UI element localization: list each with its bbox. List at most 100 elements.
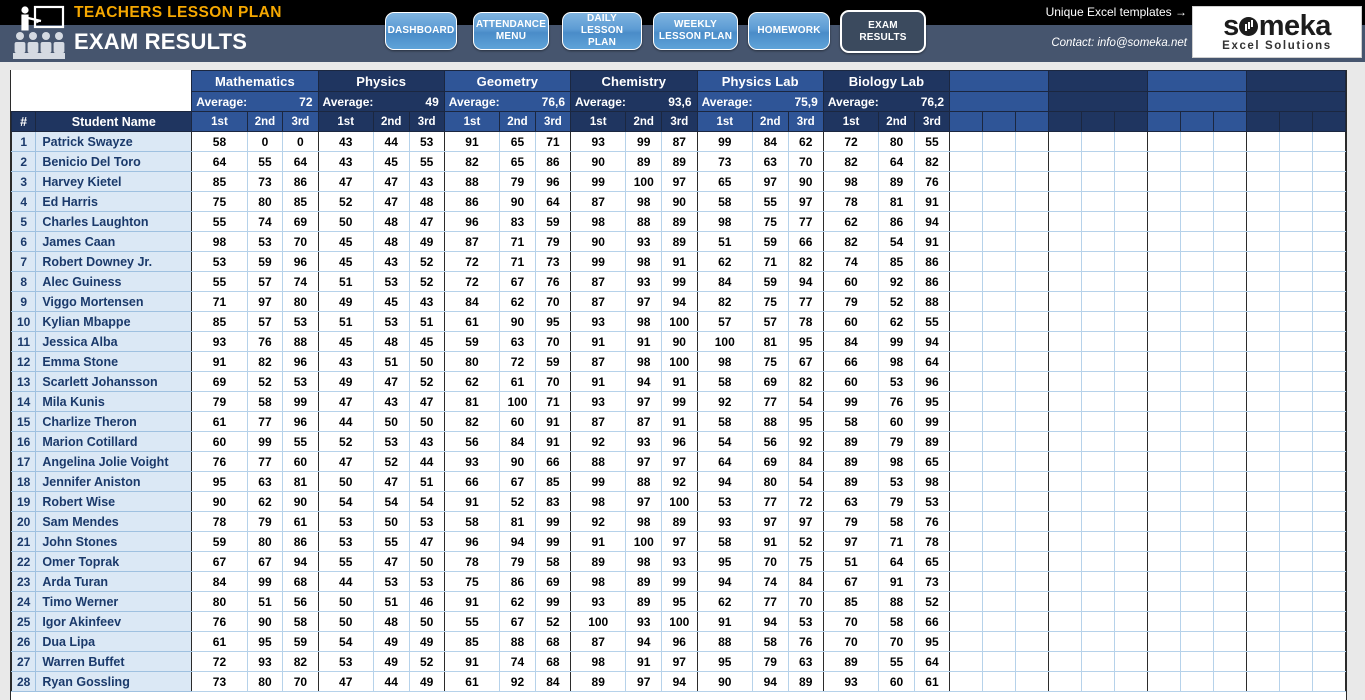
score-cell[interactable]: 48 — [409, 191, 445, 212]
score-cell[interactable] — [1114, 311, 1148, 332]
score-cell[interactable] — [1114, 391, 1148, 412]
score-cell[interactable]: 97 — [625, 291, 663, 312]
score-cell[interactable]: 98 — [625, 351, 663, 372]
score-cell[interactable] — [1047, 351, 1083, 372]
score-cell[interactable]: 47 — [373, 471, 410, 492]
score-cell[interactable]: 43 — [409, 431, 445, 452]
score-cell[interactable] — [949, 471, 984, 492]
score-cell[interactable] — [982, 131, 1017, 152]
score-cell[interactable] — [1015, 151, 1049, 172]
score-cell[interactable]: 98 — [625, 191, 663, 212]
score-cell[interactable]: 91 — [625, 651, 663, 672]
score-cell[interactable] — [1015, 411, 1049, 432]
score-cell[interactable] — [949, 271, 984, 292]
score-cell[interactable]: 87 — [570, 411, 627, 432]
score-cell[interactable]: 91 — [535, 411, 572, 432]
column-header-5-3[interactable]: 3rd — [787, 111, 824, 132]
score-cell[interactable] — [1047, 231, 1083, 252]
score-cell[interactable] — [1047, 471, 1083, 492]
score-cell[interactable]: 75 — [191, 191, 248, 212]
score-cell[interactable] — [1146, 531, 1182, 552]
score-cell[interactable] — [1015, 511, 1049, 532]
score-cell[interactable]: 95 — [788, 331, 824, 352]
score-cell[interactable]: 89 — [661, 231, 698, 252]
score-cell[interactable]: 70 — [752, 551, 789, 572]
score-cell[interactable]: 85 — [282, 191, 319, 212]
score-cell[interactable]: 82 — [788, 251, 824, 272]
score-cell[interactable]: 49 — [409, 231, 445, 252]
score-cell[interactable] — [1015, 491, 1049, 512]
nav-button-attendance[interactable]: ATTENDANCE MENU — [473, 12, 549, 50]
score-cell[interactable] — [1213, 551, 1247, 572]
score-cell[interactable]: 53 — [317, 511, 374, 532]
score-cell[interactable] — [1245, 211, 1280, 232]
score-cell[interactable]: 77 — [247, 451, 284, 472]
score-cell[interactable] — [1312, 571, 1346, 592]
score-cell[interactable]: 100 — [625, 531, 663, 552]
score-cell[interactable]: 89 — [822, 431, 880, 452]
score-cell[interactable] — [1146, 211, 1182, 232]
score-cell[interactable]: 95 — [661, 591, 698, 612]
score-cell[interactable]: 98 — [625, 551, 663, 572]
score-cell[interactable]: 61 — [443, 311, 501, 332]
score-cell[interactable]: 86 — [499, 571, 536, 592]
score-cell[interactable] — [1213, 571, 1247, 592]
score-cell[interactable]: 60 — [878, 411, 915, 432]
score-cell[interactable] — [1279, 431, 1313, 452]
score-cell[interactable]: 50 — [409, 411, 445, 432]
score-cell[interactable]: 87 — [570, 191, 627, 212]
student-name-cell[interactable]: Omer Toprak — [35, 551, 193, 572]
score-cell[interactable]: 94 — [788, 271, 824, 292]
score-cell[interactable] — [1213, 151, 1247, 172]
student-name-cell[interactable]: Marion Cotillard — [35, 431, 193, 452]
score-cell[interactable] — [1180, 591, 1214, 612]
score-cell[interactable]: 55 — [191, 271, 248, 292]
score-cell[interactable]: 79 — [247, 511, 284, 532]
score-cell[interactable] — [1312, 531, 1346, 552]
score-cell[interactable] — [1213, 611, 1247, 632]
score-cell[interactable]: 100 — [696, 331, 753, 352]
score-cell[interactable]: 93 — [822, 671, 880, 692]
score-cell[interactable]: 84 — [535, 671, 572, 692]
score-cell[interactable]: 81 — [282, 471, 319, 492]
score-cell[interactable] — [1245, 651, 1280, 672]
score-cell[interactable]: 45 — [409, 331, 445, 352]
score-cell[interactable]: 99 — [535, 591, 572, 612]
score-cell[interactable] — [1146, 411, 1182, 432]
score-cell[interactable]: 93 — [625, 431, 663, 452]
score-cell[interactable]: 62 — [247, 491, 284, 512]
score-cell[interactable] — [1180, 331, 1214, 352]
score-cell[interactable]: 80 — [282, 291, 319, 312]
student-name-cell[interactable]: Viggo Mortensen — [35, 291, 193, 312]
table-row[interactable]: 20 Sam Mendes 78 79 61 53 50 53 58 81 99 92 98 89 93 97… — [11, 511, 1346, 532]
score-cell[interactable]: 44 — [373, 131, 410, 152]
score-cell[interactable]: 68 — [535, 651, 572, 672]
score-cell[interactable] — [1213, 491, 1247, 512]
score-cell[interactable] — [1146, 231, 1182, 252]
score-cell[interactable]: 62 — [499, 291, 536, 312]
score-cell[interactable] — [1213, 271, 1247, 292]
table-row[interactable]: 27 Warren Buffet 72 93 82 53 49 52 91 74 68 98 91 97 9… — [11, 651, 1346, 672]
score-cell[interactable] — [1279, 591, 1313, 612]
score-cell[interactable]: 75 — [752, 351, 789, 372]
score-cell[interactable] — [982, 191, 1017, 212]
score-cell[interactable] — [1180, 651, 1214, 672]
subject-header-9[interactable] — [1146, 70, 1247, 92]
score-cell[interactable]: 60 — [822, 271, 880, 292]
score-cell[interactable] — [1312, 191, 1346, 212]
score-cell[interactable] — [1213, 171, 1247, 192]
score-cell[interactable]: 97 — [661, 651, 698, 672]
score-cell[interactable]: 66 — [914, 611, 951, 632]
score-cell[interactable]: 51 — [317, 271, 374, 292]
table-row[interactable]: 26 Dua Lipa 61 95 59 54 49 49 85 88 68 87 94 96 88 58 76… — [11, 631, 1346, 652]
score-cell[interactable]: 53 — [373, 311, 410, 332]
score-cell[interactable]: 53 — [878, 371, 915, 392]
score-cell[interactable]: 43 — [373, 391, 410, 412]
score-cell[interactable] — [949, 351, 984, 372]
score-cell[interactable] — [1245, 391, 1280, 412]
score-cell[interactable]: 89 — [661, 151, 698, 172]
score-cell[interactable]: 98 — [625, 311, 663, 332]
score-cell[interactable]: 92 — [661, 471, 698, 492]
score-cell[interactable]: 51 — [317, 311, 374, 332]
table-row[interactable]: 2 Benicio Del Toro 64 55 64 43 45 55 82 65 86 90 89 8… — [11, 151, 1346, 172]
